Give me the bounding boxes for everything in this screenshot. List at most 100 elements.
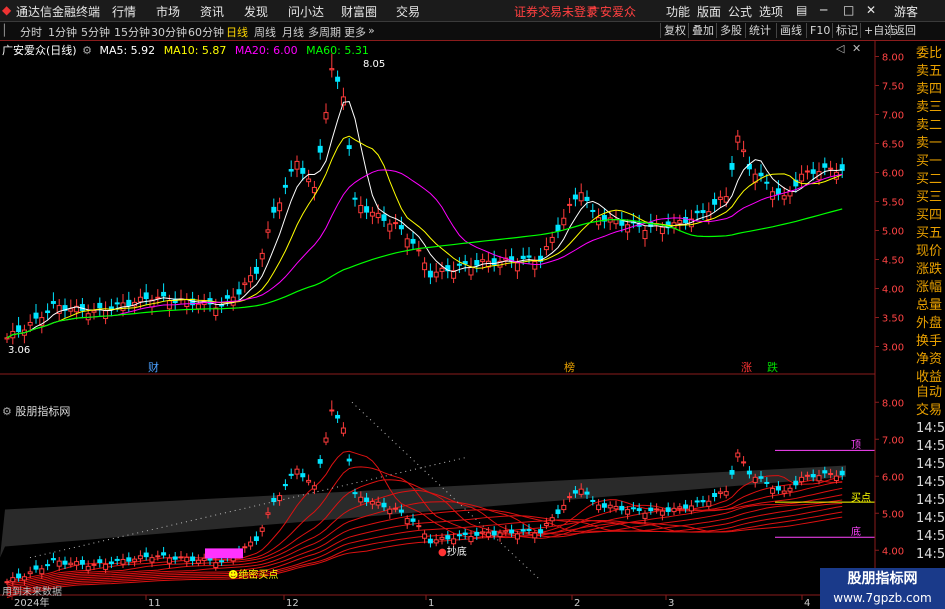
menu-xiaoda[interactable]: 问小达: [288, 3, 324, 20]
menu-options[interactable]: 选项: [759, 3, 783, 20]
sub-candle-body: [601, 503, 607, 508]
window-menu-icon[interactable]: ▤: [796, 3, 807, 17]
chart-area[interactable]: 8.00 7.50 7.00 6.50 6.00 5.50 5.00 4.50 4.00 3.50…: [0, 41, 945, 609]
chart-close-icon[interactable]: ✕: [852, 42, 861, 55]
sub-candle-body: [132, 558, 138, 562]
sidebar-quote-item-7[interactable]: 买二: [916, 171, 945, 189]
close-icon[interactable]: ✕: [866, 3, 876, 17]
marker-zhang[interactable]: 涨: [741, 359, 752, 375]
btn-stats[interactable]: 统计: [745, 23, 774, 38]
tab-period-fenshi[interactable]: 分时: [20, 24, 42, 40]
menu-bar: ◆ 通达信金融终端 行情 市场 资讯 发现 问小达 财富圈 交易 证券交易未登录…: [0, 0, 945, 22]
tab-period-more[interactable]: 更多: [344, 24, 366, 40]
main-candle-body: [248, 275, 254, 283]
trade-sidebar: 自动交易14:5614:5614:5614:5614:5614:5614:561…: [916, 384, 945, 564]
more-chevron-icon[interactable]: »: [368, 24, 375, 37]
sub-candle-body: [677, 506, 683, 510]
sub-candle-body: [393, 507, 399, 510]
main-candle-body: [532, 261, 538, 270]
main-candle-body: [735, 135, 741, 143]
minimize-icon[interactable]: ─: [820, 3, 827, 17]
btn-f10[interactable]: F10: [806, 23, 833, 38]
tab-period-day[interactable]: 日线: [226, 24, 248, 40]
indicator-sub-settings-icon[interactable]: ⚙: [2, 405, 12, 418]
sub-candle-body: [810, 474, 816, 478]
sidebar-quote-item-11[interactable]: 现价: [916, 243, 945, 261]
sidebar-quote-item-0[interactable]: 委比: [916, 45, 945, 63]
btn-multistock[interactable]: 多股: [716, 23, 745, 38]
sidebar-quote-item-4[interactable]: 卖二: [916, 117, 945, 135]
btn-mark[interactable]: 标记: [832, 23, 861, 38]
btn-draw[interactable]: 画线: [776, 23, 805, 38]
chart-expand-icon[interactable]: ◁: [836, 42, 844, 55]
sidebar-trade-item-0[interactable]: 自动: [916, 384, 945, 402]
sidebar-quote-item-6[interactable]: 买一: [916, 153, 945, 171]
sidebar-quote-item-17[interactable]: 净资: [916, 351, 945, 369]
btn-fuquan[interactable]: 复权: [660, 23, 689, 38]
menu-formula[interactable]: 公式: [728, 3, 752, 20]
sidebar-trade-item-7[interactable]: 14:56: [916, 510, 945, 528]
sidebar-quote-item-2[interactable]: 卖四: [916, 81, 945, 99]
sub-candle-body: [195, 559, 201, 564]
sub-candle-body: [201, 557, 207, 561]
sidebar-quote-item-1[interactable]: 卖五: [916, 63, 945, 81]
sidebar-quote-item-13[interactable]: 涨幅: [916, 279, 945, 297]
btn-overlay[interactable]: 叠加: [688, 23, 717, 38]
menu-function[interactable]: 功能: [666, 3, 690, 20]
menu-hq[interactable]: 行情: [112, 3, 136, 20]
menu-news[interactable]: 资讯: [200, 3, 224, 20]
sidebar-trade-item-1[interactable]: 交易: [916, 402, 945, 420]
marker-cai[interactable]: 财: [148, 359, 159, 375]
sidebar-quote-item-15[interactable]: 外盘: [916, 315, 945, 333]
sidebar-quote-item-5[interactable]: 卖一: [916, 135, 945, 153]
btn-back[interactable]: 返回: [890, 23, 919, 38]
marker-bang[interactable]: 榜: [564, 359, 575, 375]
marker-die[interactable]: 跌: [767, 359, 778, 375]
indicator-settings-icon[interactable]: ⚙: [82, 44, 92, 57]
sidebar-trade-item-8[interactable]: 14:56: [916, 528, 945, 546]
sidebar-trade-item-4[interactable]: 14:56: [916, 456, 945, 474]
tab-period-15m[interactable]: 15分钟: [114, 24, 150, 40]
sub-candle-body: [839, 470, 845, 476]
sidebar-trade-item-9[interactable]: 14:56: [916, 546, 945, 564]
tab-period-week[interactable]: 周线: [254, 24, 276, 40]
tab-period-60m[interactable]: 60分钟: [188, 24, 224, 40]
main-candle-body: [33, 312, 39, 319]
user-guest[interactable]: 游客: [894, 3, 918, 20]
sidebar-quote-item-10[interactable]: 买五: [916, 225, 945, 243]
sidebar-quote-item-3[interactable]: 卖三: [916, 99, 945, 117]
sub-candle-body: [161, 552, 167, 556]
main-candle-body: [520, 255, 526, 259]
signal-bottom-label: 底: [851, 527, 861, 538]
main-candle-body: [659, 226, 665, 235]
sub-candle-body: [33, 565, 39, 570]
quote-sidebar: 委比 卖五 卖四 卖三 卖二 卖一 买一 买二 买三 买四 买五 现价 涨跌 涨幅 总量 外盘 换手 净资 收益: [916, 45, 945, 387]
menu-discover[interactable]: 发现: [244, 3, 268, 20]
tab-period-5m[interactable]: 5分钟: [81, 24, 110, 40]
sidebar-quote-item-9[interactable]: 买四: [916, 207, 945, 225]
sidebar-quote-item-8[interactable]: 买三: [916, 189, 945, 207]
sub-candle-body: [416, 525, 422, 528]
sidebar-quote-item-16[interactable]: 换手: [916, 333, 945, 351]
main-candle-body: [555, 224, 561, 232]
tab-period-1m[interactable]: 1分钟: [48, 24, 77, 40]
sidebar-quote-item-14[interactable]: 总量: [916, 297, 945, 315]
sub-candle-body: [543, 523, 549, 526]
maximize-icon[interactable]: □: [843, 3, 854, 17]
menu-market[interactable]: 市场: [156, 3, 180, 20]
sub-candle-body: [775, 486, 781, 491]
tab-period-month[interactable]: 月线: [282, 24, 304, 40]
menu-trade[interactable]: 交易: [396, 3, 420, 20]
sidebar-trade-item-2[interactable]: 14:56: [916, 420, 945, 438]
sidebar-trade-item-3[interactable]: 14:56: [916, 438, 945, 456]
tab-period-30m[interactable]: 30分钟: [151, 24, 187, 40]
sub-candle-body: [422, 533, 428, 539]
sidebar-quote-item-12[interactable]: 涨跌: [916, 261, 945, 279]
sidebar-trade-item-5[interactable]: 14:56: [916, 474, 945, 492]
trade-login-notice[interactable]: 证券交易未登录: [514, 3, 598, 20]
main-candle-body: [97, 302, 103, 309]
tab-period-multi[interactable]: 多周期: [308, 24, 341, 40]
menu-layout[interactable]: 版面: [697, 3, 721, 20]
menu-wealth[interactable]: 财富圈: [341, 3, 377, 20]
sidebar-trade-item-6[interactable]: 14:56: [916, 492, 945, 510]
